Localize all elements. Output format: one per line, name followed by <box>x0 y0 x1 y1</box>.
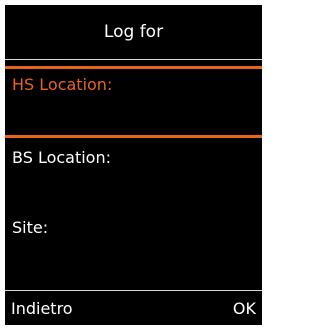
menu-item-site[interactable]: Site: <box>12 218 48 237</box>
softkey-bar: Indietro OK <box>5 290 262 325</box>
back-softkey[interactable]: Indietro <box>11 299 73 318</box>
menu-item-hs-location[interactable]: HS Location: <box>12 75 112 94</box>
screen-title: Log for <box>103 22 164 42</box>
ok-softkey[interactable]: OK <box>233 299 256 318</box>
selection-highlight-bottom <box>5 135 262 138</box>
title-divider <box>5 59 262 60</box>
menu-item-bs-location[interactable]: BS Location: <box>12 148 111 167</box>
selection-highlight-top <box>5 66 262 69</box>
phone-display: Log for HS Location: BS Location: Site: … <box>5 5 262 325</box>
